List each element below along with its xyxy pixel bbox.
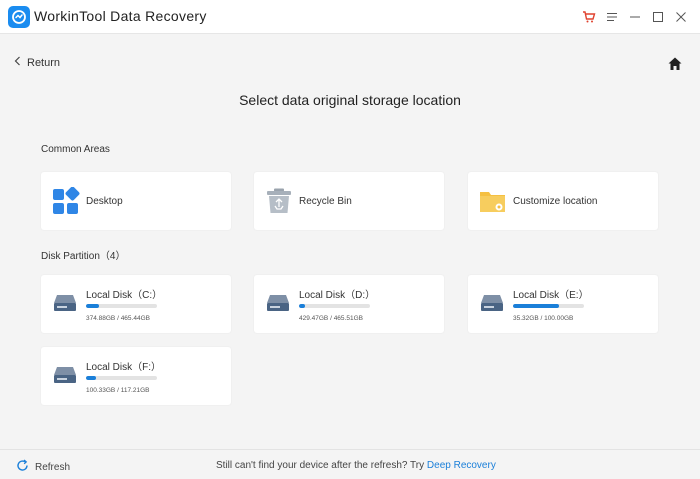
disk-card-c[interactable]: Local Disk（C:） 374.88GB / 465.44GB bbox=[41, 275, 231, 333]
maximize-icon[interactable] bbox=[649, 8, 667, 26]
disk-usage-fill bbox=[513, 304, 560, 308]
hard-drive-icon bbox=[480, 294, 504, 312]
cart-icon[interactable] bbox=[580, 8, 598, 26]
disk-name: Local Disk（F:） bbox=[86, 362, 162, 373]
chevron-left-icon bbox=[14, 56, 21, 69]
return-label: Return bbox=[27, 56, 61, 69]
return-button[interactable]: Return bbox=[14, 56, 60, 69]
minimize-icon[interactable] bbox=[626, 8, 644, 26]
recycle-bin-card[interactable]: Recycle Bin bbox=[254, 172, 444, 230]
recycle-bin-label: Recycle Bin bbox=[299, 196, 352, 207]
disk-name: Local Disk（C:） bbox=[86, 290, 163, 301]
disk-name: Local Disk（D:） bbox=[299, 290, 376, 301]
deep-recovery-link[interactable]: Deep Recovery bbox=[427, 460, 496, 471]
hard-drive-icon bbox=[53, 366, 77, 384]
disk-card-f[interactable]: Local Disk（F:） 100.33GB / 117.21GB bbox=[41, 347, 231, 405]
desktop-tiles-icon bbox=[52, 186, 80, 215]
disk-partition-label: Disk Partition（4） bbox=[41, 251, 126, 262]
app-title: WorkinTool Data Recovery bbox=[34, 8, 207, 24]
disk-size: 35.32GB / 100.00GB bbox=[513, 315, 574, 322]
desktop-label: Desktop bbox=[86, 196, 123, 207]
recycle-bin-icon bbox=[265, 187, 293, 215]
title-bar: WorkinTool Data Recovery bbox=[0, 0, 700, 34]
disk-usage-bar bbox=[86, 376, 157, 380]
disk-card-d[interactable]: Local Disk（D:） 429.47GB / 465.51GB bbox=[254, 275, 444, 333]
refresh-icon bbox=[16, 459, 29, 475]
refresh-button[interactable]: Refresh bbox=[16, 459, 70, 475]
common-areas-label: Common Areas bbox=[41, 144, 110, 155]
refresh-hint: Still can't find your device after the r… bbox=[216, 460, 496, 471]
menu-icon[interactable] bbox=[603, 8, 621, 26]
disk-size: 429.47GB / 465.51GB bbox=[299, 315, 363, 322]
disk-usage-fill bbox=[86, 376, 96, 380]
folder-gear-icon bbox=[479, 187, 507, 215]
disk-usage-bar bbox=[299, 304, 370, 308]
disk-usage-bar bbox=[86, 304, 157, 308]
refresh-label: Refresh bbox=[35, 461, 71, 473]
disk-size: 100.33GB / 117.21GB bbox=[86, 387, 150, 394]
home-icon[interactable] bbox=[667, 56, 683, 72]
disk-card-e[interactable]: Local Disk（E:） 35.32GB / 100.00GB bbox=[468, 275, 658, 333]
disk-size: 374.88GB / 465.44GB bbox=[86, 315, 150, 322]
desktop-card[interactable]: Desktop bbox=[41, 172, 231, 230]
hard-drive-icon bbox=[266, 294, 290, 312]
bottom-bar: Refresh Still can't find your device aft… bbox=[0, 449, 700, 479]
hard-drive-icon bbox=[53, 294, 77, 312]
customize-location-label: Customize location bbox=[513, 196, 598, 207]
disk-usage-bar bbox=[513, 304, 584, 308]
disk-usage-fill bbox=[299, 304, 305, 308]
page-title: Select data original storage location bbox=[239, 92, 461, 108]
disk-usage-fill bbox=[86, 304, 100, 308]
hint-text: Still can't find your device after the r… bbox=[216, 460, 425, 471]
customize-location-card[interactable]: Customize location bbox=[468, 172, 658, 230]
app-logo-icon bbox=[8, 6, 30, 28]
close-icon[interactable] bbox=[672, 8, 690, 26]
disk-name: Local Disk（E:） bbox=[513, 290, 589, 301]
